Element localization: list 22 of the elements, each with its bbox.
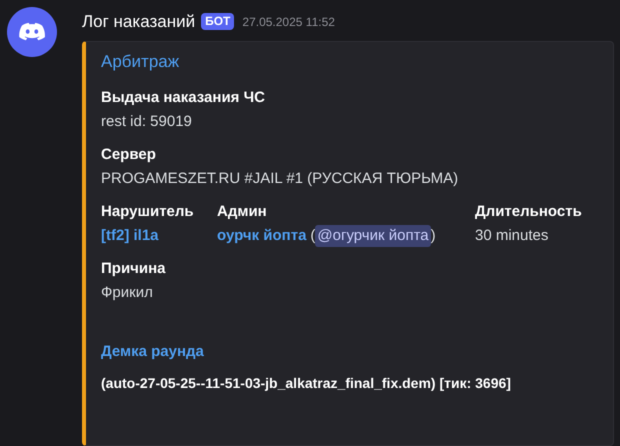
field-name: Выдача наказания ЧС xyxy=(101,88,266,108)
field-value: PROGAMESZET.RU #JAIL #1 (РУССКАЯ ТЮРЬМА) xyxy=(101,169,458,189)
field-value: 30 minutes xyxy=(475,226,548,246)
field-name: Причина xyxy=(101,259,166,279)
field-value: (auto-27-05-25--11-51-03-jb_alkatraz_final_fix.dem) [тик: 3696] xyxy=(101,374,511,393)
avatar-icon[interactable] xyxy=(7,7,57,57)
field-value: ) xyxy=(430,226,436,246)
user-mention[interactable]: @огурчик йопта xyxy=(315,225,431,247)
bot-badge: БОТ xyxy=(201,13,234,30)
embed-title: Арбитраж xyxy=(101,50,180,72)
field-name: Сервер xyxy=(101,145,157,165)
author-name[interactable]: Лог наказаний xyxy=(82,9,196,34)
field-name: Нарушитель xyxy=(101,202,195,222)
field-value: Фрикил xyxy=(101,283,153,303)
section-link[interactable]: Демка раунда xyxy=(101,342,603,362)
user-link[interactable]: [tf2] il1a xyxy=(101,225,159,247)
field-value: ( xyxy=(310,226,316,246)
timestamp: 27.05.2025 11:52 xyxy=(242,14,335,31)
field-name: Длительность xyxy=(475,202,583,222)
field-value: rest id: 59019 xyxy=(101,112,192,132)
field-name: Админ xyxy=(217,202,268,222)
user-link[interactable]: оурчк йопта xyxy=(217,225,306,247)
